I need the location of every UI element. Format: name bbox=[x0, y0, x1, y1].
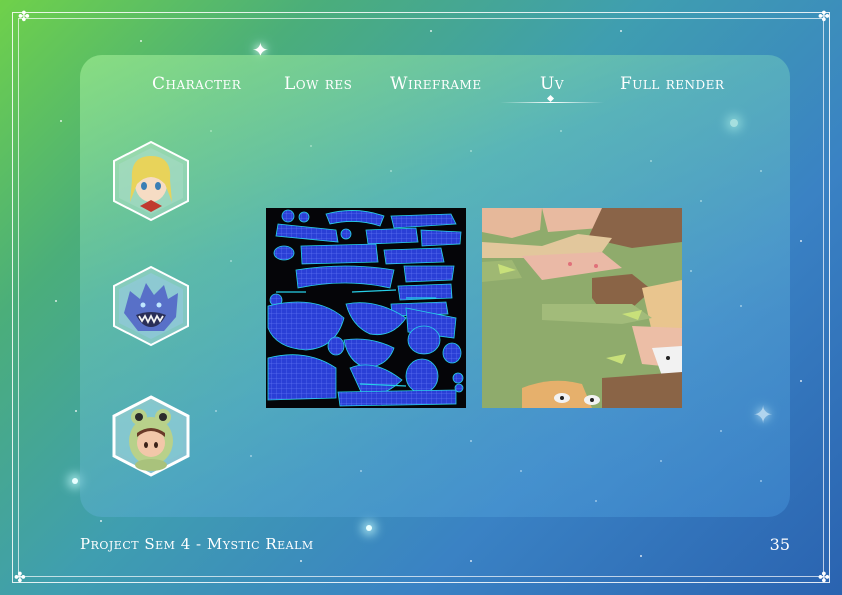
clover-icon: ✤ bbox=[818, 9, 830, 25]
clover-icon: ✤ bbox=[14, 570, 26, 586]
nav-item-character[interactable]: Character bbox=[152, 74, 241, 94]
clover-icon: ✤ bbox=[18, 9, 30, 25]
nav-item-uv[interactable]: Uv bbox=[500, 74, 604, 103]
section-nav: Character Low res Wireframe Uv Full rend… bbox=[0, 72, 842, 108]
page-number: 35 bbox=[769, 535, 790, 554]
footer-title: Project Sem 4 - Mystic Realm bbox=[80, 535, 314, 553]
texture-map-image bbox=[482, 208, 682, 408]
clover-icon: ✤ bbox=[818, 570, 830, 586]
nav-item-low-res[interactable]: Low res bbox=[284, 74, 352, 94]
nav-item-wireframe[interactable]: Wireframe bbox=[390, 74, 482, 94]
thumbnail-blue-monster[interactable] bbox=[110, 265, 192, 347]
thumbnail-frog-character[interactable] bbox=[110, 395, 192, 477]
uv-layout-image bbox=[266, 208, 466, 408]
nav-item-full-render[interactable]: Full render bbox=[620, 74, 724, 94]
glow-dot bbox=[366, 525, 372, 531]
glow-dot bbox=[72, 478, 78, 484]
thumbnail-anime-girl[interactable] bbox=[110, 140, 192, 222]
